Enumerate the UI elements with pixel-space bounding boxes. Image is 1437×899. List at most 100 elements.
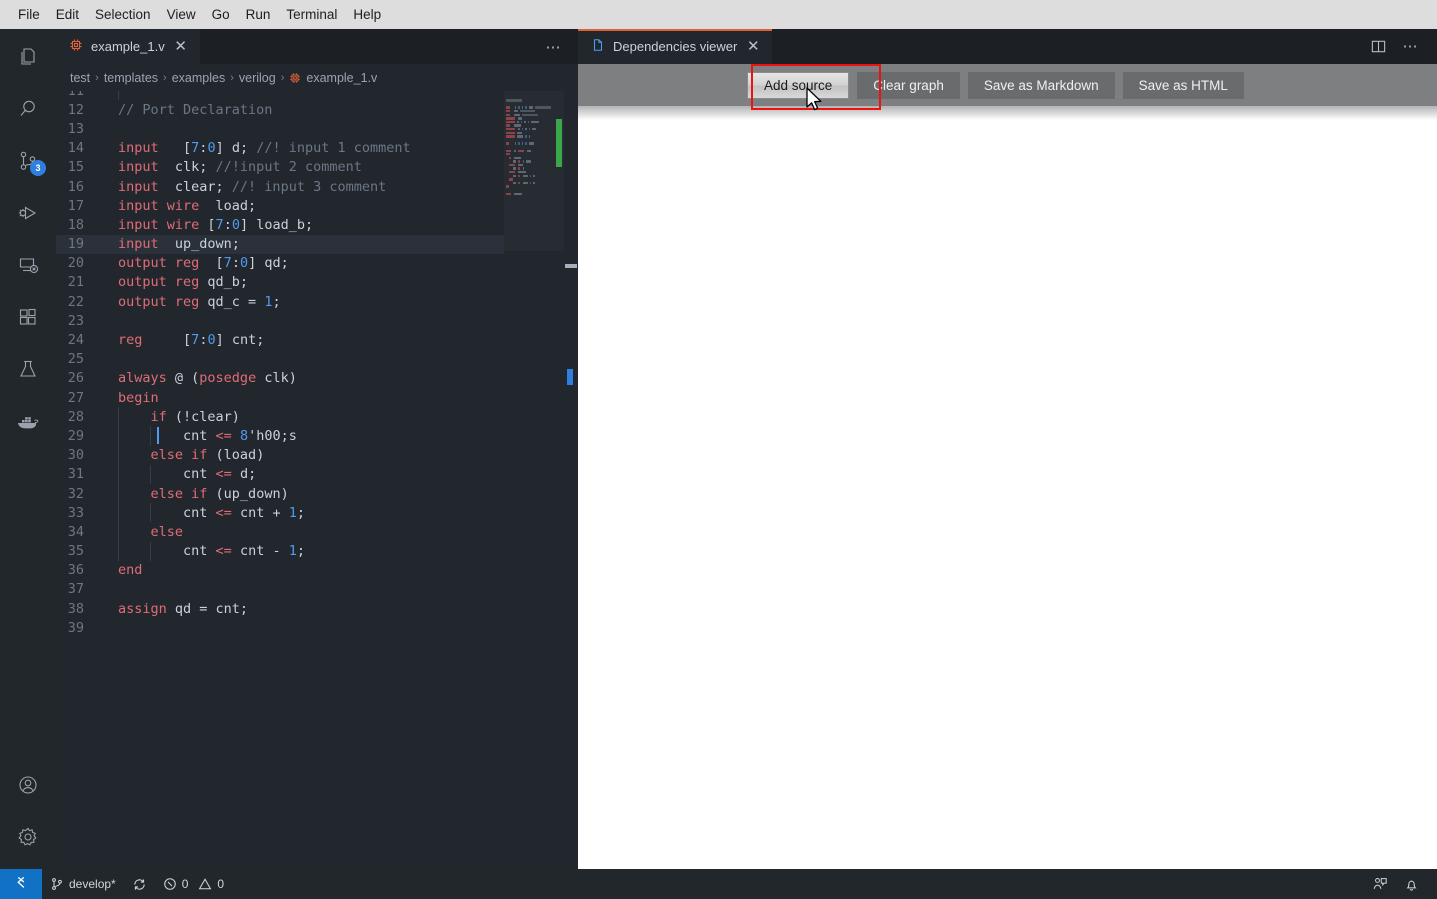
indent-guide: [150, 464, 151, 484]
sidebar-item-accounts[interactable]: [0, 759, 56, 811]
code-text: output reg qd_b;: [118, 274, 249, 291]
breadcrumb-segment-examples[interactable]: examples: [172, 71, 226, 85]
close-icon[interactable]: ✕: [173, 39, 189, 54]
menu-item-run[interactable]: Run: [238, 4, 279, 25]
sidebar-item-remote-explorer[interactable]: [0, 239, 56, 291]
code-line[interactable]: 19 input up_down;: [56, 234, 578, 254]
code-text: input clear; //! input 3 comment: [118, 178, 387, 195]
branch-name: develop*: [69, 877, 116, 891]
sidebar-item-search[interactable]: [0, 83, 56, 135]
remote-window-button[interactable]: [0, 869, 42, 899]
menu-item-terminal[interactable]: Terminal: [278, 4, 345, 25]
webview-toolbar: Add source Clear graph Save as Markdown …: [578, 64, 1437, 106]
line-number: 28: [67, 408, 84, 425]
code-line[interactable]: 13: [56, 119, 578, 138]
breadcrumb-segment-file[interactable]: example_1.v: [306, 71, 377, 85]
toolbar-shadow: [578, 106, 1437, 120]
code-text: if (!clear): [150, 408, 240, 425]
save-as-markdown-button[interactable]: Save as Markdown: [967, 71, 1115, 99]
code-line[interactable]: 11: [56, 91, 578, 101]
code-line[interactable]: 37: [56, 580, 578, 599]
code-text: input wire [7:0] load_b;: [118, 216, 314, 233]
minimap[interactable]: [504, 91, 564, 898]
code-line[interactable]: 39: [56, 618, 578, 637]
code-line[interactable]: 29 cnt <= 8'h00;s: [56, 426, 578, 446]
code-line[interactable]: 14 input [7:0] d; //! input 1 comment: [56, 139, 578, 158]
code-line[interactable]: 16 input clear; //! input 3 comment: [56, 177, 578, 196]
menu-item-file[interactable]: File: [10, 4, 48, 25]
sidebar-item-docker[interactable]: [0, 395, 56, 447]
status-sync[interactable]: [124, 869, 155, 899]
status-problems[interactable]: 0 0: [155, 869, 232, 899]
code-text: input clk; //!input 2 comment: [118, 159, 362, 176]
code-line[interactable]: 31 cnt <= d;: [56, 464, 578, 484]
code-line[interactable]: 32 else if (up_down): [56, 483, 578, 504]
breadcrumb-segment-test[interactable]: test: [70, 71, 90, 85]
tab-bar-right: Dependencies viewer ✕ ⋯: [578, 29, 1437, 64]
sidebar-item-manage-settings[interactable]: [0, 811, 56, 863]
line-number: 19: [67, 236, 84, 253]
close-icon[interactable]: ✕: [745, 39, 761, 54]
code-line[interactable]: 35 cnt <= cnt - 1;: [56, 541, 578, 561]
save-as-html-button[interactable]: Save as HTML: [1122, 71, 1244, 99]
line-number: 25: [67, 351, 84, 368]
line-number: 16: [67, 178, 84, 195]
code-line[interactable]: 18 input wire [7:0] load_b;: [56, 215, 578, 234]
beaker-icon: [16, 357, 40, 381]
status-branch[interactable]: develop*: [42, 869, 124, 899]
menu-item-help[interactable]: Help: [345, 4, 389, 25]
sidebar-item-extensions[interactable]: [0, 291, 56, 343]
code-line[interactable]: 36 end: [56, 561, 578, 580]
code-line[interactable]: 23: [56, 311, 578, 330]
menu-item-go[interactable]: Go: [204, 4, 238, 25]
tab-dependencies-viewer[interactable]: Dependencies viewer ✕: [578, 29, 773, 64]
code-line[interactable]: 34 else: [56, 522, 578, 542]
code-line[interactable]: 33 cnt <= cnt + 1;: [56, 503, 578, 523]
code-line[interactable]: 15 input clk; //!input 2 comment: [56, 158, 578, 177]
line-number: 29: [67, 427, 84, 444]
code-line[interactable]: 27 begin: [56, 388, 578, 407]
verilog-chip-icon: [289, 72, 301, 84]
split-editor-icon[interactable]: [1370, 38, 1387, 55]
line-number: 36: [67, 562, 84, 579]
code-line[interactable]: 25: [56, 350, 578, 369]
breadcrumb-separator-icon: ›: [95, 71, 99, 84]
code-line[interactable]: 28 if (!clear): [56, 407, 578, 427]
files-icon: [16, 45, 40, 69]
code-line[interactable]: 38 assign qd = cnt;: [56, 599, 578, 618]
code-line[interactable]: 26 always @ (posedge clk): [56, 369, 578, 388]
sidebar-item-run-and-debug[interactable]: [0, 187, 56, 239]
indent-guide: [118, 91, 119, 101]
status-live-share[interactable]: [1364, 869, 1396, 899]
sidebar-item-explorer[interactable]: [0, 31, 56, 83]
code-editor[interactable]: 11 12 // Port Declaration 13 14 input [7:0] d…: [56, 91, 578, 898]
sidebar-item-testing[interactable]: [0, 343, 56, 395]
source-control-badge: 3: [30, 160, 46, 176]
code-line[interactable]: 20 output reg [7:0] qd;: [56, 254, 578, 273]
tab-example-1-v[interactable]: example_1.v ✕: [56, 29, 200, 64]
status-notifications[interactable]: [1396, 869, 1427, 899]
editor-scrollbar[interactable]: [564, 91, 578, 898]
breadcrumb-segment-verilog[interactable]: verilog: [239, 71, 276, 85]
code-line[interactable]: 30 else if (load): [56, 445, 578, 465]
search-icon: [16, 97, 40, 121]
line-number: 35: [67, 543, 84, 560]
breadcrumb-segment-templates[interactable]: templates: [104, 71, 158, 85]
code-line[interactable]: 24 reg [7:0] cnt;: [56, 330, 578, 349]
breadcrumb-separator-icon: ›: [230, 71, 234, 84]
line-number: 38: [67, 600, 84, 617]
code-line[interactable]: 22 output reg qd_c = 1;: [56, 292, 578, 311]
ellipsis-icon[interactable]: ⋯: [1403, 39, 1420, 54]
code-line[interactable]: 21 output reg qd_b;: [56, 273, 578, 292]
menu-item-view[interactable]: View: [159, 4, 204, 25]
sidebar-item-source-control[interactable]: 3: [0, 135, 56, 187]
git-branch-icon: [50, 877, 64, 891]
menu-item-selection[interactable]: Selection: [87, 4, 159, 25]
menu-item-edit[interactable]: Edit: [48, 4, 87, 25]
clear-graph-button[interactable]: Clear graph: [857, 71, 960, 99]
minimap-slider[interactable]: [504, 91, 564, 251]
add-source-button[interactable]: Add source: [747, 71, 850, 99]
code-line[interactable]: 12 // Port Declaration: [56, 100, 578, 119]
code-line[interactable]: 17 input wire load;: [56, 196, 578, 215]
editor-more-actions-left[interactable]: ⋯: [546, 29, 579, 64]
